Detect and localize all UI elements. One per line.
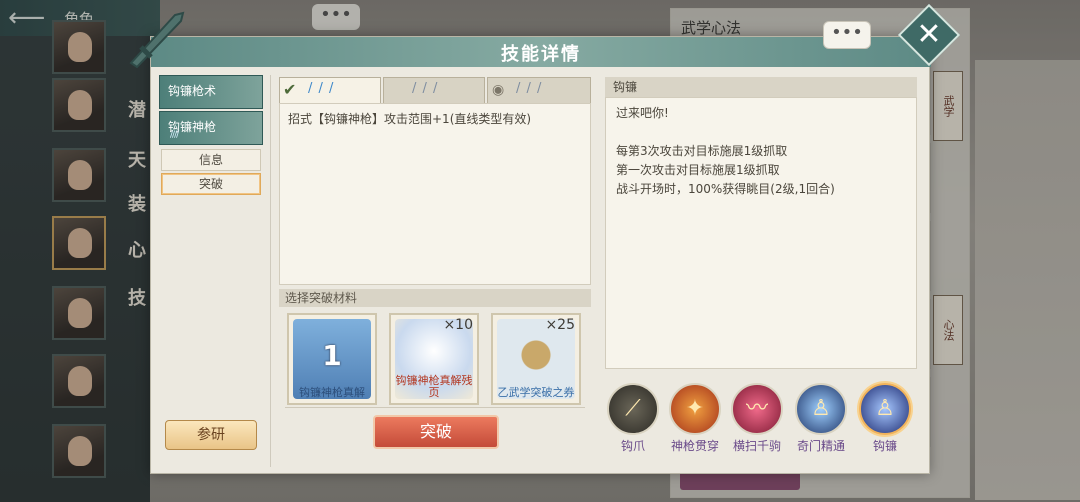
flame-icon: ✦	[685, 396, 705, 421]
skill-tab-column: 钩镰枪术 钩镰神枪 //// 信息 突破 参研	[159, 75, 271, 467]
spear-marks-icon: ////	[170, 130, 179, 140]
research-button[interactable]: 参研	[165, 420, 257, 450]
divider	[285, 407, 585, 408]
slash-icon: 〰	[745, 396, 768, 421]
material-name: 钩镰神枪真解	[299, 386, 365, 399]
chat-bubble-icon[interactable]: •••	[823, 21, 871, 49]
material-count: 1	[322, 339, 342, 372]
tab-info[interactable]: 信息	[161, 149, 261, 171]
detail-line: 过来吧你!	[616, 106, 669, 120]
skill-label: 钩镰	[872, 439, 897, 453]
skill-hook-sickle-selected[interactable]: ♙ 钩镰	[857, 383, 913, 459]
spear-marks-icon: / / /	[308, 81, 335, 96]
detail-header: 钩镰	[605, 77, 917, 97]
detail-description: 过来吧你! 每第3次攻击对目标施展1级抓取 第一次攻击对目标施展1级抓取 战斗开…	[605, 97, 917, 369]
breakthrough-panel: ✔ / / / / / / ◉ / / / 招式【钩镰神枪】攻击范围+1(直线类…	[279, 75, 593, 467]
detail-line: 每第3次攻击对目标施展1级抓取	[616, 144, 788, 158]
effect-description: 招式【钩镰神枪】攻击范围+1(直线类型有效)	[279, 103, 591, 285]
skill-sweep[interactable]: 〰 横扫千驹	[729, 383, 785, 459]
material-name: 乙武学突破之券	[497, 386, 575, 399]
material-slot[interactable]: ×25 乙武学突破之券	[491, 313, 581, 405]
skill-detail-panel: 钩镰 过来吧你! 每第3次攻击对目标施展1级抓取 第一次攻击对目标施展1级抓取 …	[605, 75, 919, 467]
spear-marks-icon: / / /	[412, 81, 439, 96]
effect-text: 招式【钩镰神枪】攻击范围+1(直线类型有效)	[288, 112, 532, 126]
skill-tab-hook-spear-art[interactable]: 钩镰枪术	[159, 75, 263, 109]
skill-divine-spear-pierce[interactable]: ✦ 神枪贯穿	[667, 383, 723, 459]
material-slot[interactable]: ×10 钩镰神枪真解残页	[389, 313, 479, 405]
eye-icon: ◉	[492, 82, 505, 98]
materials-header: 选择突破材料	[279, 289, 591, 307]
material-count: ×25	[545, 317, 575, 333]
skill-detail-dialog: 技能详情 ••• ✕ 钩镰枪术 钩镰神枪 //// 信息 突破 参研 ✔ / /…	[129, 3, 961, 474]
detail-line: 战斗开场时，100%获得眺目(2级,1回合)	[616, 182, 835, 196]
spear-marks-icon: / / /	[516, 81, 543, 96]
material-slot[interactable]: 1 钩镰神枪真解	[287, 313, 377, 405]
skill-tab-hook-divine-spear[interactable]: 钩镰神枪 ////	[159, 111, 263, 145]
close-icon[interactable]: ✕	[911, 15, 947, 55]
check-icon: ✔	[283, 80, 297, 99]
skill-qimen-mastery[interactable]: ♙ 奇门精通	[793, 383, 849, 459]
sword-decoration-icon	[129, 11, 185, 69]
tab-level-3[interactable]: ◉ / / /	[487, 77, 591, 105]
blade-icon: ⟋	[625, 396, 641, 421]
detail-line: 第一次攻击对目标施展1级抓取	[616, 163, 780, 177]
figure-icon: ♙	[875, 396, 895, 421]
skill-label: 横扫千驹	[732, 439, 781, 453]
tab-breakthrough[interactable]: 突破	[161, 173, 261, 195]
tab-level-2[interactable]: / / /	[383, 77, 485, 105]
breakthrough-button[interactable]: 突破	[373, 415, 499, 449]
level-tabs: ✔ / / / / / / ◉ / / /	[279, 77, 591, 105]
dialog-title: 技能详情	[501, 44, 581, 65]
skill-icon-row: ⟋ 钩爪 ✦ 神枪贯穿 〰 横扫千驹 ♙ 奇门精通 ♙ 钩镰	[605, 383, 919, 463]
material-name: 钩镰神枪真解残页	[395, 374, 473, 399]
figure-icon: ♙	[811, 396, 831, 421]
skill-hook-claw[interactable]: ⟋ 钩爪	[605, 383, 661, 459]
skill-tab-label: 钩镰枪术	[168, 84, 217, 98]
material-count: ×10	[443, 317, 473, 333]
tab-level-1[interactable]: ✔ / / /	[279, 77, 381, 105]
skill-label: 奇门精通	[796, 439, 845, 453]
